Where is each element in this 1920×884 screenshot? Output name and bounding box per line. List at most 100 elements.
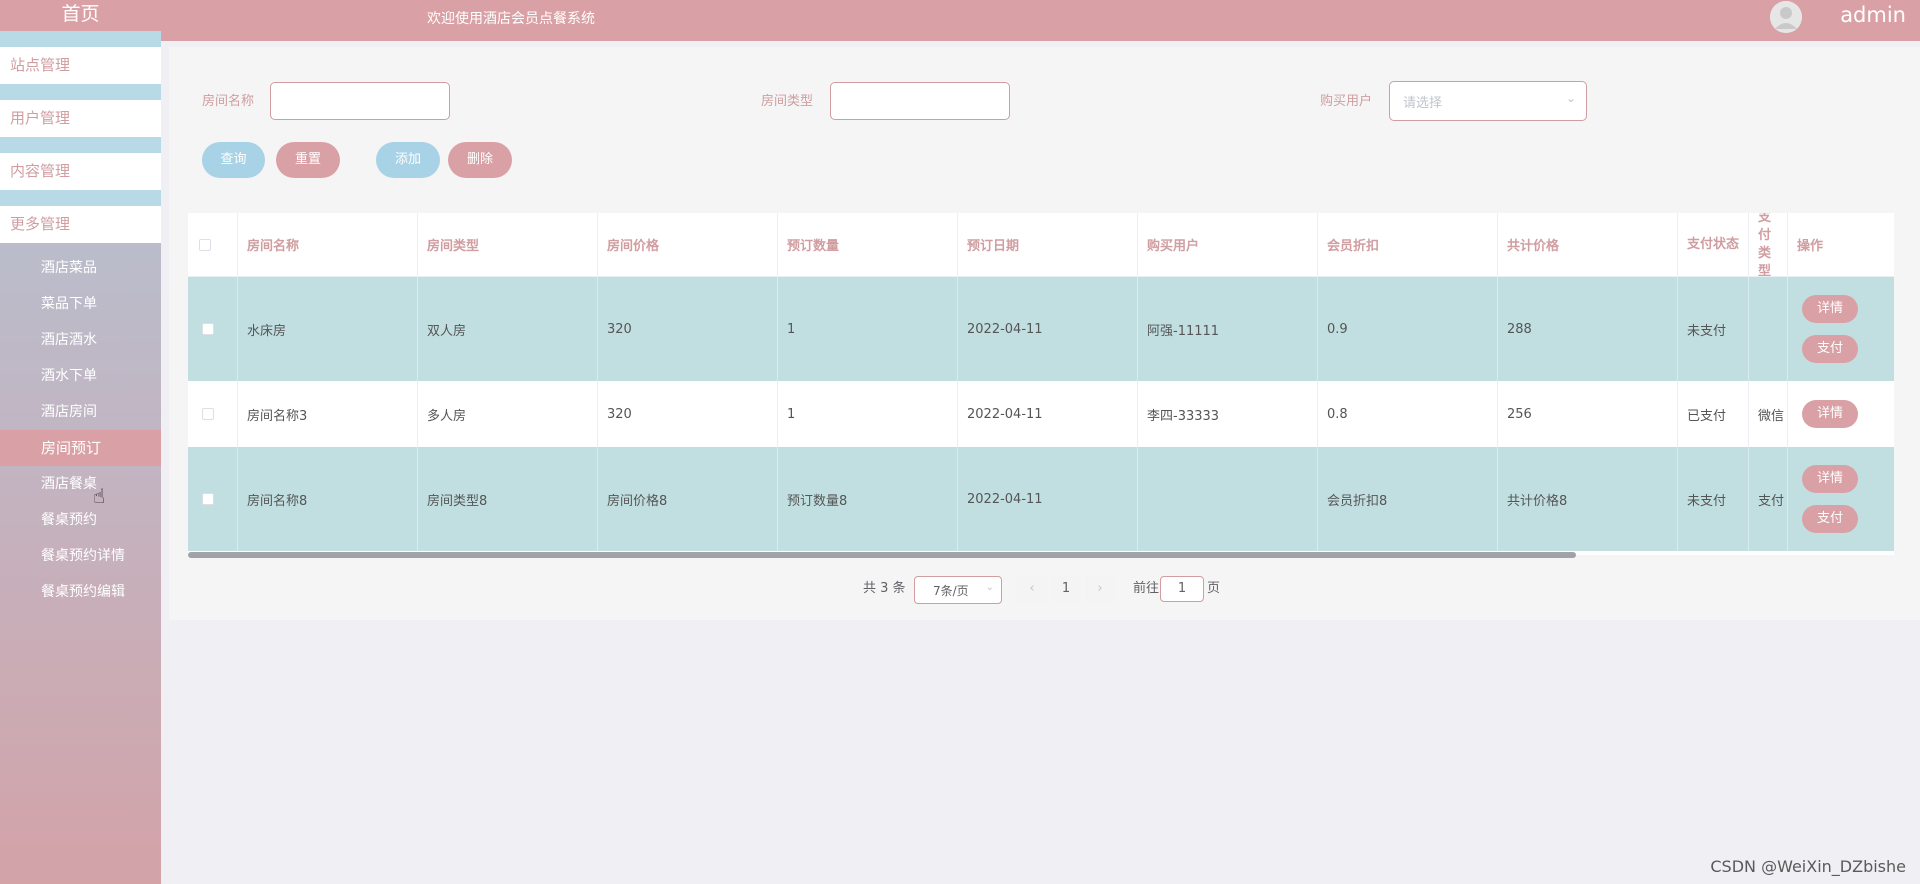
pay-button[interactable]: 支付 [1802,335,1858,363]
cell-buyer: 阿强-11111 [1138,277,1318,381]
goto-label: 前往 [1133,581,1160,596]
menu-content-management[interactable]: 内容管理 [0,153,161,190]
top-bar: 欢迎使用酒店会员点餐系统 admin [161,0,1920,41]
cell-pay-status: 未支付 [1678,277,1749,381]
watermark: CSDN @WeiXin_DZbishe [1710,857,1906,876]
checkbox[interactable] [202,408,214,420]
page-number-current[interactable]: 1 [1051,576,1081,602]
delete-button[interactable]: 删除 [448,142,512,178]
username[interactable]: admin [1840,3,1906,27]
header-pay-type: 支付类型 [1749,213,1788,277]
checkbox[interactable] [202,323,214,335]
submenu-item-hotel-rooms[interactable]: 酒店房间 [0,394,161,430]
cell-room-price: 房间价格8 [598,447,778,551]
main-panel: 房间名称 房间类型 购买用户 请选择 ⌄ 查询 重置 添加 删除 房间名称 房间… [169,47,1920,620]
room-name-input[interactable] [270,82,450,120]
submenu-item-hotel-drinks[interactable]: 酒店酒水 [0,322,161,358]
chevron-down-icon: ⌄ [985,582,994,593]
buyer-select-placeholder: 请选择 [1403,96,1443,111]
cell-discount: 0.9 [1318,277,1498,381]
reset-button[interactable]: 重置 [276,142,340,178]
cell-booking-qty: 预订数量8 [778,447,958,551]
submenu-item-reservation-edit[interactable]: 餐桌预约编辑 [0,574,161,610]
page-size-value: 7条/页 [933,584,969,598]
horizontal-scrollbar[interactable] [188,552,1576,558]
cell-total: 共计价格8 [1498,447,1678,551]
details-button[interactable]: 详情 [1802,465,1858,493]
room-type-input[interactable] [830,82,1010,120]
header-buyer: 购买用户 [1138,213,1318,277]
cell-booking-qty: 1 [778,277,958,381]
menu-group-user: 用户管理 [0,84,161,137]
cell-actions: 详情 支付 [1788,447,1894,551]
header-select-all[interactable] [188,213,238,277]
cell-pay-status: 已支付 [1678,381,1749,447]
pagination-total: 共 3 条 [863,581,906,596]
cell-pay-type: 微信 [1749,381,1788,447]
cell-discount: 0.8 [1318,381,1498,447]
row-select[interactable] [188,381,238,447]
goto-page-input[interactable]: 1 [1160,576,1204,602]
cell-room-type: 双人房 [418,277,598,381]
room-name-label: 房间名称 [202,94,255,109]
table-row: 水床房 双人房 320 1 2022-04-11 阿强-11111 0.9 28… [188,277,1894,381]
header-actions: 操作 [1788,213,1894,277]
menu-site-management[interactable]: 站点管理 [0,47,161,84]
submenu-item-room-booking[interactable]: 房间预订 [0,430,161,466]
header-room-name: 房间名称 [238,213,418,277]
pay-button[interactable]: 支付 [1802,505,1858,533]
table-row: 房间名称3 多人房 320 1 2022-04-11 李四-33333 0.8 … [188,381,1894,447]
chevron-down-icon: ⌄ [1565,91,1576,105]
details-button[interactable]: 详情 [1802,295,1858,323]
menu-user-management[interactable]: 用户管理 [0,100,161,137]
submenu-item-hotel-dishes[interactable]: 酒店菜品 [0,250,161,286]
submenu-item-reservation-details[interactable]: 餐桌预约详情 [0,538,161,574]
avatar[interactable] [1770,1,1802,33]
cell-booking-date: 2022-04-11 [958,277,1138,381]
cell-pay-type: 支付 [1749,447,1788,551]
cell-total: 288 [1498,277,1678,381]
welcome-text: 欢迎使用酒店会员点餐系统 [427,11,595,27]
cell-actions: 详情 [1788,381,1894,447]
buyer-select[interactable]: 请选择 ⌄ [1389,81,1587,121]
cell-room-name: 房间名称3 [238,381,418,447]
submenu-item-table-reservation[interactable]: 餐桌预约 [0,502,161,538]
table-row: 房间名称8 房间类型8 房间价格8 预订数量8 2022-04-11 会员折扣8… [188,447,1894,551]
checkbox[interactable] [202,493,214,505]
cell-room-type: 多人房 [418,381,598,447]
cell-pay-type [1749,277,1788,381]
page-size-select[interactable]: 7条/页 ⌄ [914,576,1002,604]
cell-room-price: 320 [598,381,778,447]
details-button[interactable]: 详情 [1802,400,1858,428]
brand-home[interactable]: 首页 [0,0,161,31]
cell-room-name: 水床房 [238,277,418,381]
header-booking-qty: 预订数量 [778,213,958,277]
sidebar: 首页 站点管理 用户管理 内容管理 更多管理 酒店菜品 菜品下单 酒店酒水 酒水… [0,0,161,884]
cell-buyer [1138,447,1318,551]
query-button[interactable]: 查询 [202,142,265,178]
cell-buyer: 李四-33333 [1138,381,1318,447]
add-button[interactable]: 添加 [376,142,440,178]
cell-total: 256 [1498,381,1678,447]
header-room-type: 房间类型 [418,213,598,277]
user-avatar-icon [1770,1,1802,33]
cell-room-name: 房间名称8 [238,447,418,551]
submenu-item-hotel-tables[interactable]: 酒店餐桌 [0,466,161,502]
submenu-more: 酒店菜品 菜品下单 酒店酒水 酒水下单 酒店房间 房间预订 酒店餐桌 餐桌预约 … [0,243,161,610]
buyer-label: 购买用户 [1320,94,1373,109]
row-select[interactable] [188,447,238,551]
prev-page-button[interactable]: ‹ [1017,576,1047,602]
menu-more-management[interactable]: 更多管理 [0,206,161,243]
next-page-button[interactable]: › [1085,576,1115,602]
menu-group-more: 更多管理 [0,190,161,243]
checkbox[interactable] [199,238,211,251]
cell-booking-qty: 1 [778,381,958,447]
cell-booking-date: 2022-04-11 [958,381,1138,447]
submenu-item-dish-orders[interactable]: 菜品下单 [0,286,161,322]
header-total: 共计价格 [1498,213,1678,277]
menu-group-site: 站点管理 [0,31,161,84]
header-pay-status: 支付状态 [1678,213,1749,277]
hand-cursor-icon: ☝ [93,484,106,508]
row-select[interactable] [188,277,238,381]
submenu-item-drink-orders[interactable]: 酒水下单 [0,358,161,394]
